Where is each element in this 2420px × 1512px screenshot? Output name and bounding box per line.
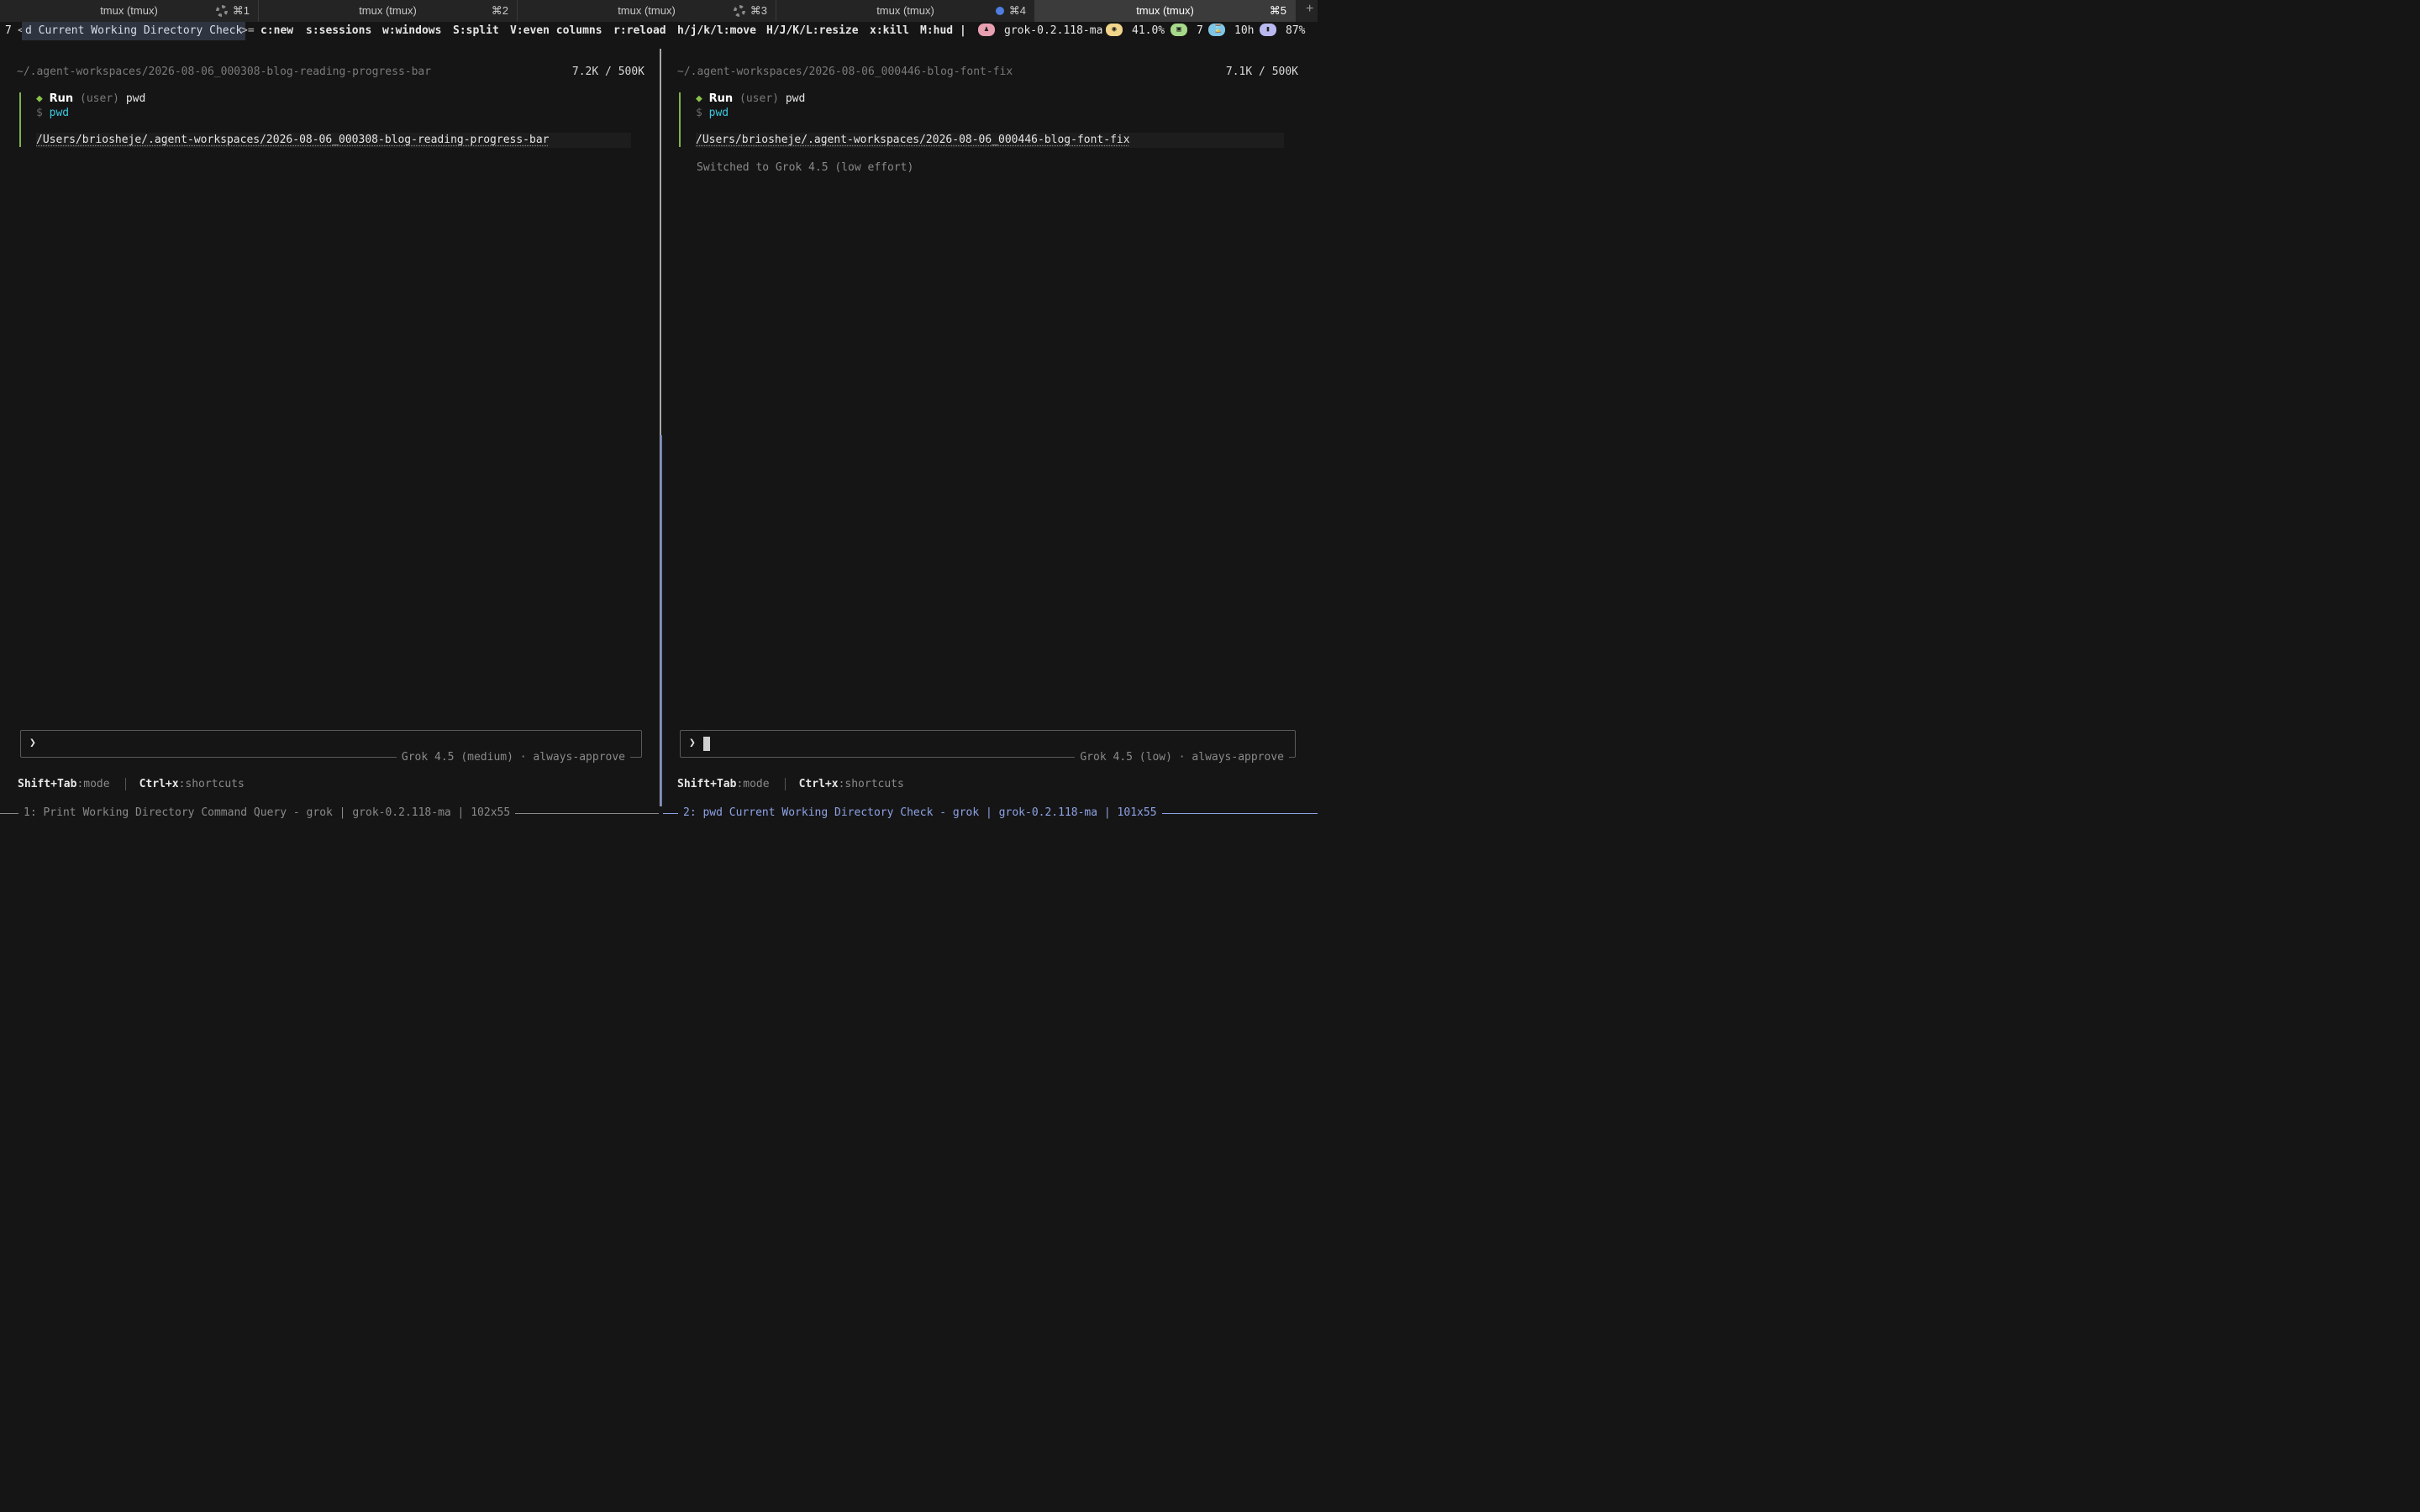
terminal-tab-1[interactable]: tmux (tmux) ⌘1: [0, 0, 259, 22]
hint-divider: [124, 778, 126, 790]
loading-spinner-icon: [733, 5, 745, 17]
diamond-icon: ◆: [696, 92, 702, 105]
shell-command: pwd: [49, 107, 70, 119]
tool-run-block: ◆ Run (user) pwd $ pwd /Users/briosheje/…: [19, 92, 634, 148]
plus-icon: +: [1306, 2, 1314, 16]
shell-prompt-symbol: $: [696, 107, 702, 119]
hourglass-icon: ⌛: [1208, 24, 1225, 36]
window-icon: ▣: [1171, 24, 1187, 36]
key-hint-even-columns: V:even columns: [510, 24, 602, 37]
pane-left[interactable]: ~/.agent-workspaces/2026-08-06_000308-bl…: [0, 49, 659, 805]
new-tab-button[interactable]: +: [1296, 0, 1318, 22]
command-output: /Users/briosheje/.agent-workspaces/2026-…: [696, 133, 1284, 148]
loading-spinner-icon: [215, 5, 228, 17]
cpu-badge: ◉: [1106, 22, 1123, 40]
tab-shortcut: ⌘3: [750, 4, 767, 17]
run-user: (user): [80, 92, 119, 105]
key-hint-windows: w:windows: [382, 24, 442, 37]
key-hint-sessions: s:sessions: [306, 24, 372, 37]
model-mode-label: Grok 4.5 (medium) · always-approve: [396, 751, 630, 764]
terminal-tab-bar: tmux (tmux) ⌘1 tmux (tmux) ⌘2 tmux (tmux…: [0, 0, 1318, 22]
key-hint-reload: r:reload: [613, 24, 666, 37]
run-label: Run: [49, 92, 74, 105]
key-hint-new: c:new: [260, 24, 294, 37]
mode-key: Shift+Tab: [677, 778, 737, 790]
token-usage: 7.1K / 500K: [1225, 66, 1298, 78]
shortcuts-hint: :shortcuts: [838, 778, 904, 790]
model-name: grok-0.2.118-ma: [1004, 24, 1103, 37]
pane-divider-active-segment: [660, 435, 662, 806]
key-hint-move: h/j/k/l:move: [677, 24, 756, 37]
text-cursor: [703, 737, 710, 751]
tool-run-block: ◆ Run (user) pwd $ pwd /Users/briosheje/…: [679, 92, 1294, 148]
hint-divider: [784, 778, 786, 790]
session-name[interactable]: d Current Working Directory Check: [22, 22, 246, 40]
pane-right[interactable]: ~/.agent-workspaces/2026-08-06_000446-bl…: [663, 49, 1318, 805]
key-hint-resize: H/J/K/L:resize: [766, 24, 859, 37]
tab-title: tmux (tmux): [1136, 4, 1194, 17]
shortcuts-hint: :shortcuts: [178, 778, 245, 790]
model-switch-notice: Switched to Grok 4.5 (low effort): [697, 161, 914, 174]
tab-shortcut: ⌘4: [1008, 4, 1026, 17]
uptime: 10h: [1234, 24, 1255, 37]
cpu-icon: ◉: [1106, 24, 1123, 36]
chevron-right-icon: ❯: [29, 737, 36, 749]
mode-key: Shift+Tab: [18, 778, 77, 790]
shortcut-hints: Shift+Tab:mode Ctrl+x:shortcuts: [677, 778, 904, 790]
tab-shortcut: ⌘1: [232, 4, 250, 17]
shell-prompt-symbol: $: [36, 107, 43, 119]
shell-command: pwd: [708, 107, 729, 119]
run-label: Run: [708, 92, 734, 105]
shortcuts-key: Ctrl+x: [139, 778, 179, 790]
key-hint-hud: M:hud: [920, 24, 954, 37]
tab-title: tmux (tmux): [359, 4, 417, 17]
run-header: ◆ Run (user) pwd: [36, 92, 145, 105]
cpu-usage: 41.0%: [1132, 24, 1165, 37]
pane-right-border-title: 2: pwd Current Working Directory Check -…: [663, 805, 1318, 822]
shortcuts-key: Ctrl+x: [798, 778, 839, 790]
shell-command-line: $ pwd: [36, 107, 69, 119]
run-command: pwd: [785, 92, 806, 105]
token-usage: 7.2K / 500K: [571, 66, 644, 78]
command-output: /Users/briosheje/.agent-workspaces/2026-…: [36, 133, 631, 148]
uptime-badge: ⌛: [1208, 22, 1225, 40]
battery-level: 87%: [1286, 24, 1306, 37]
key-hint-kill: x:kill: [870, 24, 909, 37]
model-badge: ♟: [978, 22, 995, 40]
terminal-tab-3[interactable]: tmux (tmux) ⌘3: [518, 0, 776, 22]
run-command: pwd: [125, 92, 146, 105]
session-bracket-close: >=: [241, 24, 255, 37]
model-mode-label: Grok 4.5 (low) · always-approve: [1075, 751, 1289, 764]
workspace-path: ~/.agent-workspaces/2026-08-06_000308-bl…: [17, 66, 432, 78]
terminal-tab-4[interactable]: tmux (tmux) ⌘4: [776, 0, 1035, 22]
run-user: (user): [739, 92, 779, 105]
workspace-path: ~/.agent-workspaces/2026-08-06_000446-bl…: [677, 66, 1013, 78]
key-hint-split: S:split: [453, 24, 499, 37]
mode-hint: :mode: [736, 778, 770, 790]
shell-command-line: $ pwd: [696, 107, 729, 119]
tab-shortcut: ⌘5: [1269, 4, 1286, 17]
pane-title: 2: pwd Current Working Directory Check -…: [678, 805, 1162, 822]
terminal-tab-2[interactable]: tmux (tmux) ⌘2: [259, 0, 518, 22]
shortcut-hints: Shift+Tab:mode Ctrl+x:shortcuts: [18, 778, 245, 790]
diamond-icon: ◆: [36, 92, 43, 105]
chevron-right-icon: ❯: [689, 737, 696, 749]
window-count: 7: [1197, 24, 1203, 37]
windows-badge: ▣: [1171, 22, 1187, 40]
battery-icon: ▮: [1260, 24, 1276, 36]
run-header: ◆ Run (user) pwd: [696, 92, 805, 105]
mode-hint: :mode: [76, 778, 110, 790]
person-icon: ♟: [978, 24, 995, 36]
tmux-status-line: 7 < d Current Working Directory Check >=…: [0, 22, 1318, 40]
status-separator: |: [960, 24, 966, 37]
terminal-tab-5[interactable]: tmux (tmux) ⌘5: [1035, 0, 1296, 22]
tab-shortcut: ⌘2: [491, 4, 508, 17]
session-number: 7: [5, 24, 12, 37]
pane-title: 1: Print Working Directory Command Query…: [18, 805, 516, 822]
battery-badge: ▮: [1260, 22, 1276, 40]
pane-left-border-title: 1: Print Working Directory Command Query…: [0, 805, 659, 822]
unread-dot-icon: [995, 7, 1004, 15]
